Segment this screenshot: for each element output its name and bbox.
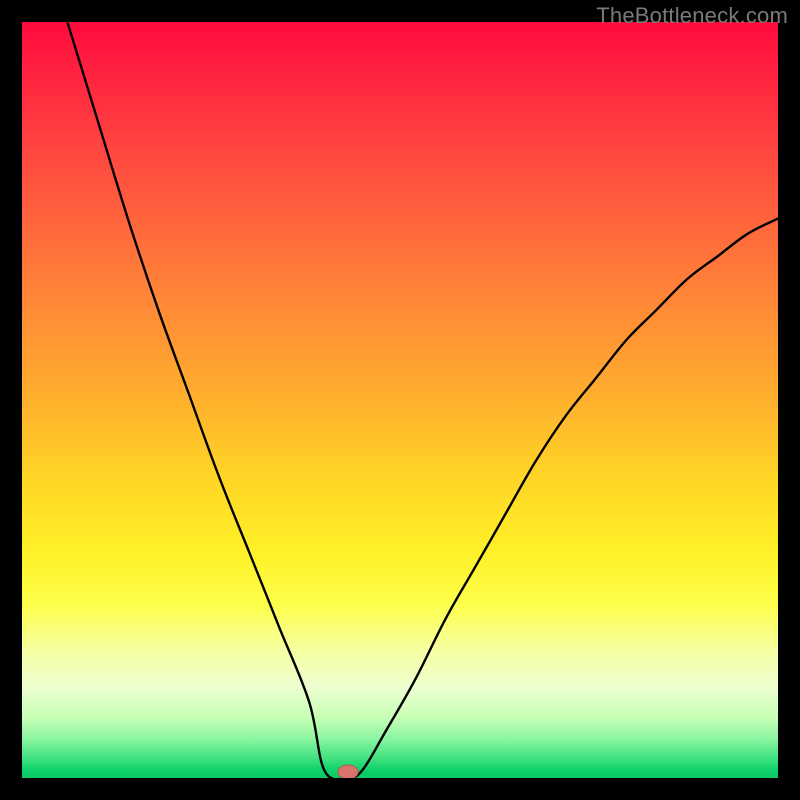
optimum-marker	[338, 765, 358, 778]
watermark-text: TheBottleneck.com	[596, 3, 788, 29]
curve-svg	[22, 22, 778, 778]
chart-frame	[22, 22, 778, 778]
bottleneck-curve	[67, 22, 778, 778]
plot-area	[22, 22, 778, 778]
